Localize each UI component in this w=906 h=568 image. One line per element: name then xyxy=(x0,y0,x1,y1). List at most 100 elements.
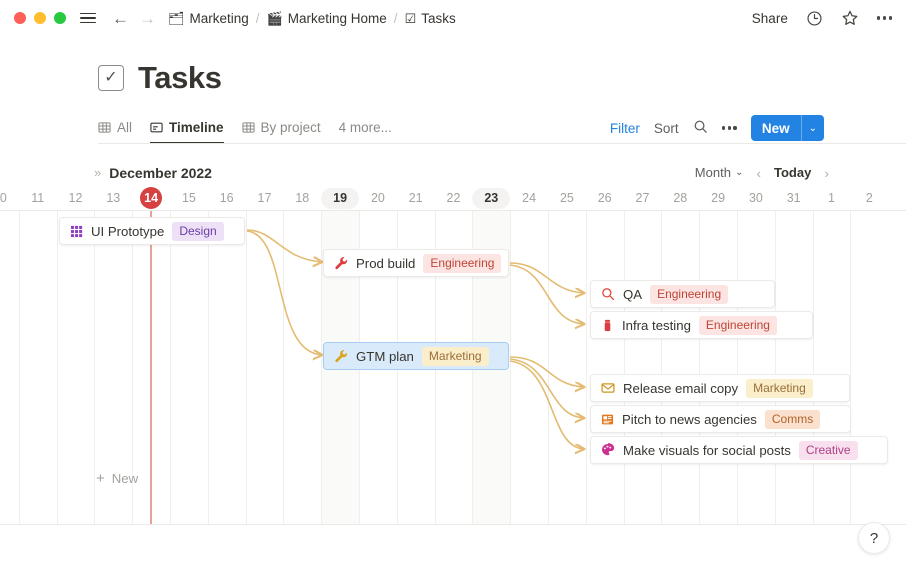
chevron-down-icon[interactable]: ⌄ xyxy=(802,115,824,141)
date-cell[interactable]: 28 xyxy=(661,186,699,210)
breadcrumb-item-marketing[interactable]: 🗂 Marketing xyxy=(168,11,249,26)
timeline-task-card[interactable]: Infra testing Engineering xyxy=(590,311,813,339)
share-button[interactable]: Share xyxy=(752,11,788,26)
sort-button[interactable]: Sort xyxy=(654,121,679,136)
date-cell[interactable]: 21 xyxy=(397,186,435,210)
minimize-window-button[interactable] xyxy=(34,12,46,24)
prev-period-button[interactable]: ‹ xyxy=(756,165,761,181)
titlebar-actions: Share xyxy=(752,9,892,27)
grid-line xyxy=(548,211,549,524)
date-cell[interactable]: 15 xyxy=(170,186,208,210)
timeline-task-card[interactable]: Release email copy Marketing xyxy=(590,374,850,402)
tab-by-project[interactable]: By project xyxy=(241,120,321,144)
new-button[interactable]: New ⌄ xyxy=(750,115,824,141)
next-period-button[interactable]: › xyxy=(824,165,829,181)
clock-icon[interactable] xyxy=(806,10,823,27)
page-header: ✓ Tasks All Timeline By project 4 more..… xyxy=(0,36,906,144)
grid-line xyxy=(56,211,58,524)
timeline-task-card[interactable]: Pitch to news agencies Comms xyxy=(590,405,851,433)
back-arrow-icon[interactable]: ← xyxy=(112,10,129,27)
date-cell[interactable]: 25 xyxy=(548,186,586,210)
date-cell[interactable]: 11 xyxy=(19,186,57,210)
date-cell[interactable]: 10 xyxy=(0,186,19,210)
sidebar-toggle-icon[interactable] xyxy=(80,12,96,24)
date-cell[interactable]: 2 xyxy=(850,186,888,210)
wrench-icon xyxy=(334,349,348,363)
grid-icon xyxy=(70,225,83,238)
collapse-icon[interactable]: » xyxy=(94,165,101,180)
date-cell[interactable]: 24 xyxy=(510,186,548,210)
today-line xyxy=(150,211,152,524)
more-options-icon[interactable] xyxy=(721,126,737,130)
date-cell[interactable]: 13 xyxy=(94,186,132,210)
add-new-task-row[interactable]: + New xyxy=(96,471,138,486)
grid-line xyxy=(737,211,738,524)
timeline-month-label: December 2022 xyxy=(109,164,212,181)
tab-more-views[interactable]: 4 more... xyxy=(339,120,392,144)
breadcrumb-item-tasks[interactable]: ☑ Tasks xyxy=(405,11,456,26)
timeline-task-card[interactable]: Make visuals for social posts Creative xyxy=(590,436,888,464)
timeline-task-card[interactable]: GTM plan Marketing xyxy=(323,342,509,370)
table-icon xyxy=(98,121,111,134)
date-cell[interactable]: 31 xyxy=(775,186,813,210)
date-cell[interactable]: 20 xyxy=(359,186,397,210)
timeline-task-card[interactable]: UI Prototype Design xyxy=(59,217,245,245)
tab-timeline[interactable]: Timeline xyxy=(150,120,224,144)
tab-label: Timeline xyxy=(169,120,224,135)
grid-line xyxy=(170,211,171,524)
page-title-text: Tasks xyxy=(138,60,222,95)
view-controls: Filter Sort New ⌄ xyxy=(610,115,824,144)
view-tabs-bar: All Timeline By project 4 more... Filter… xyxy=(98,115,906,144)
date-cell[interactable]: 27 xyxy=(624,186,662,210)
date-cell[interactable]: 16 xyxy=(208,186,246,210)
today-button[interactable]: Today xyxy=(774,165,811,180)
clapperboard-icon: 🎬 xyxy=(266,10,283,26)
wrench-icon xyxy=(334,256,348,270)
star-icon[interactable] xyxy=(841,9,859,27)
date-cell[interactable]: 1 xyxy=(813,186,851,210)
date-cell[interactable]: 12 xyxy=(57,186,95,210)
task-name: QA xyxy=(623,286,643,302)
date-cell[interactable]: 19 xyxy=(321,186,359,210)
search-icon[interactable] xyxy=(693,119,708,137)
date-cell[interactable]: 23 xyxy=(472,186,510,210)
timeline-date-ruler[interactable]: 1011121314151617181920212223242526272829… xyxy=(0,186,906,210)
timeline-task-card[interactable]: Prod build Engineering xyxy=(323,249,509,277)
filter-button[interactable]: Filter xyxy=(610,121,640,136)
grid-line xyxy=(774,211,776,524)
tab-all[interactable]: All xyxy=(98,120,132,144)
grid-line xyxy=(661,211,663,524)
chevron-down-icon: ⌄ xyxy=(734,167,744,178)
task-name: Prod build xyxy=(356,255,416,271)
breadcrumb-separator: / xyxy=(255,10,260,26)
help-button[interactable]: ? xyxy=(858,522,890,554)
close-window-button[interactable] xyxy=(14,12,26,24)
envelope-icon xyxy=(601,381,615,395)
date-cell[interactable]: 22 xyxy=(435,186,473,210)
zoom-level-label: Month xyxy=(694,165,731,180)
grid-line xyxy=(18,211,20,524)
window-controls[interactable] xyxy=(14,12,66,24)
date-cell[interactable]: 30 xyxy=(737,186,775,210)
tab-label: By project xyxy=(260,120,321,135)
timeline-task-card[interactable]: QA Engineering xyxy=(590,280,775,308)
date-cell[interactable]: 29 xyxy=(699,186,737,210)
task-tag: Creative xyxy=(798,440,858,460)
date-cell[interactable]: 17 xyxy=(246,186,284,210)
more-options-icon[interactable] xyxy=(876,16,892,20)
breadcrumb-separator: / xyxy=(393,10,398,26)
task-tag: Marketing xyxy=(421,346,489,366)
task-tag: Engineering xyxy=(423,253,502,273)
task-tag: Design xyxy=(172,221,224,241)
date-cell[interactable]: 26 xyxy=(586,186,624,210)
date-cell[interactable]: 18 xyxy=(283,186,321,210)
grid-line xyxy=(283,211,285,524)
today-date-marker[interactable]: 14 xyxy=(140,187,163,209)
maximize-window-button[interactable] xyxy=(54,12,66,24)
checkbox-icon: ✓ xyxy=(98,65,124,91)
page-title: ✓ Tasks xyxy=(98,60,906,96)
breadcrumb-item-marketing-home[interactable]: 🎬 Marketing Home xyxy=(267,11,387,26)
zoom-level-selector[interactable]: Month ⌄ xyxy=(695,165,744,180)
test-tube-icon xyxy=(601,319,614,332)
forward-arrow-icon[interactable]: → xyxy=(139,10,156,27)
